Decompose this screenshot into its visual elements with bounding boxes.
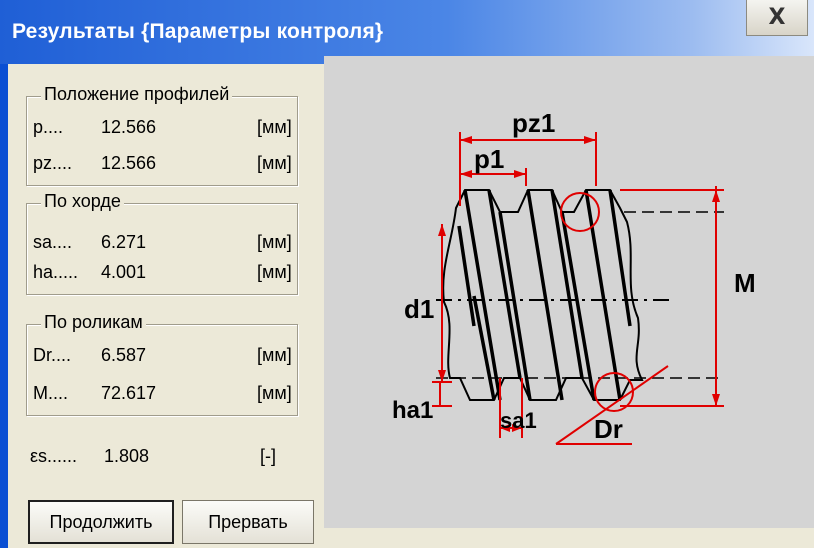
flank-line	[608, 189, 632, 327]
window-title: Результаты {Параметры контроля}	[12, 20, 384, 43]
unit-p: [мм]	[257, 117, 292, 137]
group-title-profile-position: Положение профилей	[41, 84, 233, 105]
label-ha: ha.....	[33, 262, 79, 282]
unit-pz: [мм]	[257, 153, 292, 173]
value-dr: 6.587	[101, 345, 147, 365]
unit-ha: [мм]	[257, 262, 292, 282]
label-ha1: ha1	[392, 397, 433, 424]
label-sa: sa....	[33, 232, 73, 252]
arrowhead	[460, 136, 472, 144]
abort-button[interactable]: Прервать	[182, 500, 314, 544]
group-title-rollers: По роликам	[41, 312, 146, 333]
label-p1: p1	[474, 144, 504, 174]
label-M: M	[734, 268, 756, 298]
title-bar[interactable]: Результаты {Параметры контроля} X	[0, 0, 814, 64]
value-p: 12.566	[101, 117, 157, 137]
group-profile-position: Положение профилей p.... 12.566 [мм] pz.…	[26, 84, 298, 186]
value-sa: 6.271	[101, 232, 147, 252]
group-rollers: По роликам Dr.... 6.587 [мм] M.... 72.61…	[26, 312, 298, 416]
roller-bottom	[594, 372, 634, 412]
thread-diagram-svg: pz1 p1 d1 M ha1 sa1 Dr	[392, 108, 756, 445]
label-d1: d1	[404, 294, 434, 324]
thread-diagram: pz1 p1 d1 M ha1 sa1 Dr	[324, 56, 814, 528]
flank-line	[560, 211, 596, 401]
label-Dr: Dr	[594, 414, 623, 444]
results-dialog: Результаты {Параметры контроля} X Положе…	[0, 0, 814, 548]
group-title-chord: По хорде	[41, 191, 124, 212]
label-epsilon: εs......	[30, 446, 78, 466]
arrowhead	[712, 394, 720, 406]
arrowhead	[460, 170, 472, 178]
label-sa1: sa1	[500, 408, 537, 433]
value-epsilon: 1.808	[104, 446, 150, 466]
label-pz: pz....	[33, 153, 73, 173]
arrowhead	[712, 190, 720, 202]
flank-line	[487, 189, 522, 379]
label-p: p....	[33, 117, 64, 137]
value-pz: 12.566	[101, 153, 157, 173]
value-m: 72.617	[101, 383, 157, 403]
unit-sa: [мм]	[257, 232, 292, 252]
window-left-border	[0, 64, 8, 548]
label-dr: Dr....	[33, 345, 72, 365]
arrowhead	[438, 224, 446, 236]
label-pz1: pz1	[512, 108, 555, 138]
unit-m: [мм]	[257, 383, 292, 403]
group-chord: По хорде sa.... 6.271 [мм] ha..... 4.001…	[26, 191, 298, 295]
unit-dr: [мм]	[257, 345, 292, 365]
close-button[interactable]: X	[746, 0, 808, 36]
flank-line	[550, 189, 584, 379]
unit-epsilon: [-]	[260, 446, 276, 466]
thread-outline	[442, 189, 644, 401]
value-ha: 4.001	[101, 262, 147, 282]
arrowhead	[438, 370, 446, 382]
flank-line	[498, 211, 532, 401]
arrowhead	[514, 170, 526, 178]
close-icon: X	[768, 4, 786, 30]
arrowhead	[584, 136, 596, 144]
label-m: M....	[33, 383, 68, 403]
continue-button[interactable]: Продолжить	[28, 500, 174, 544]
